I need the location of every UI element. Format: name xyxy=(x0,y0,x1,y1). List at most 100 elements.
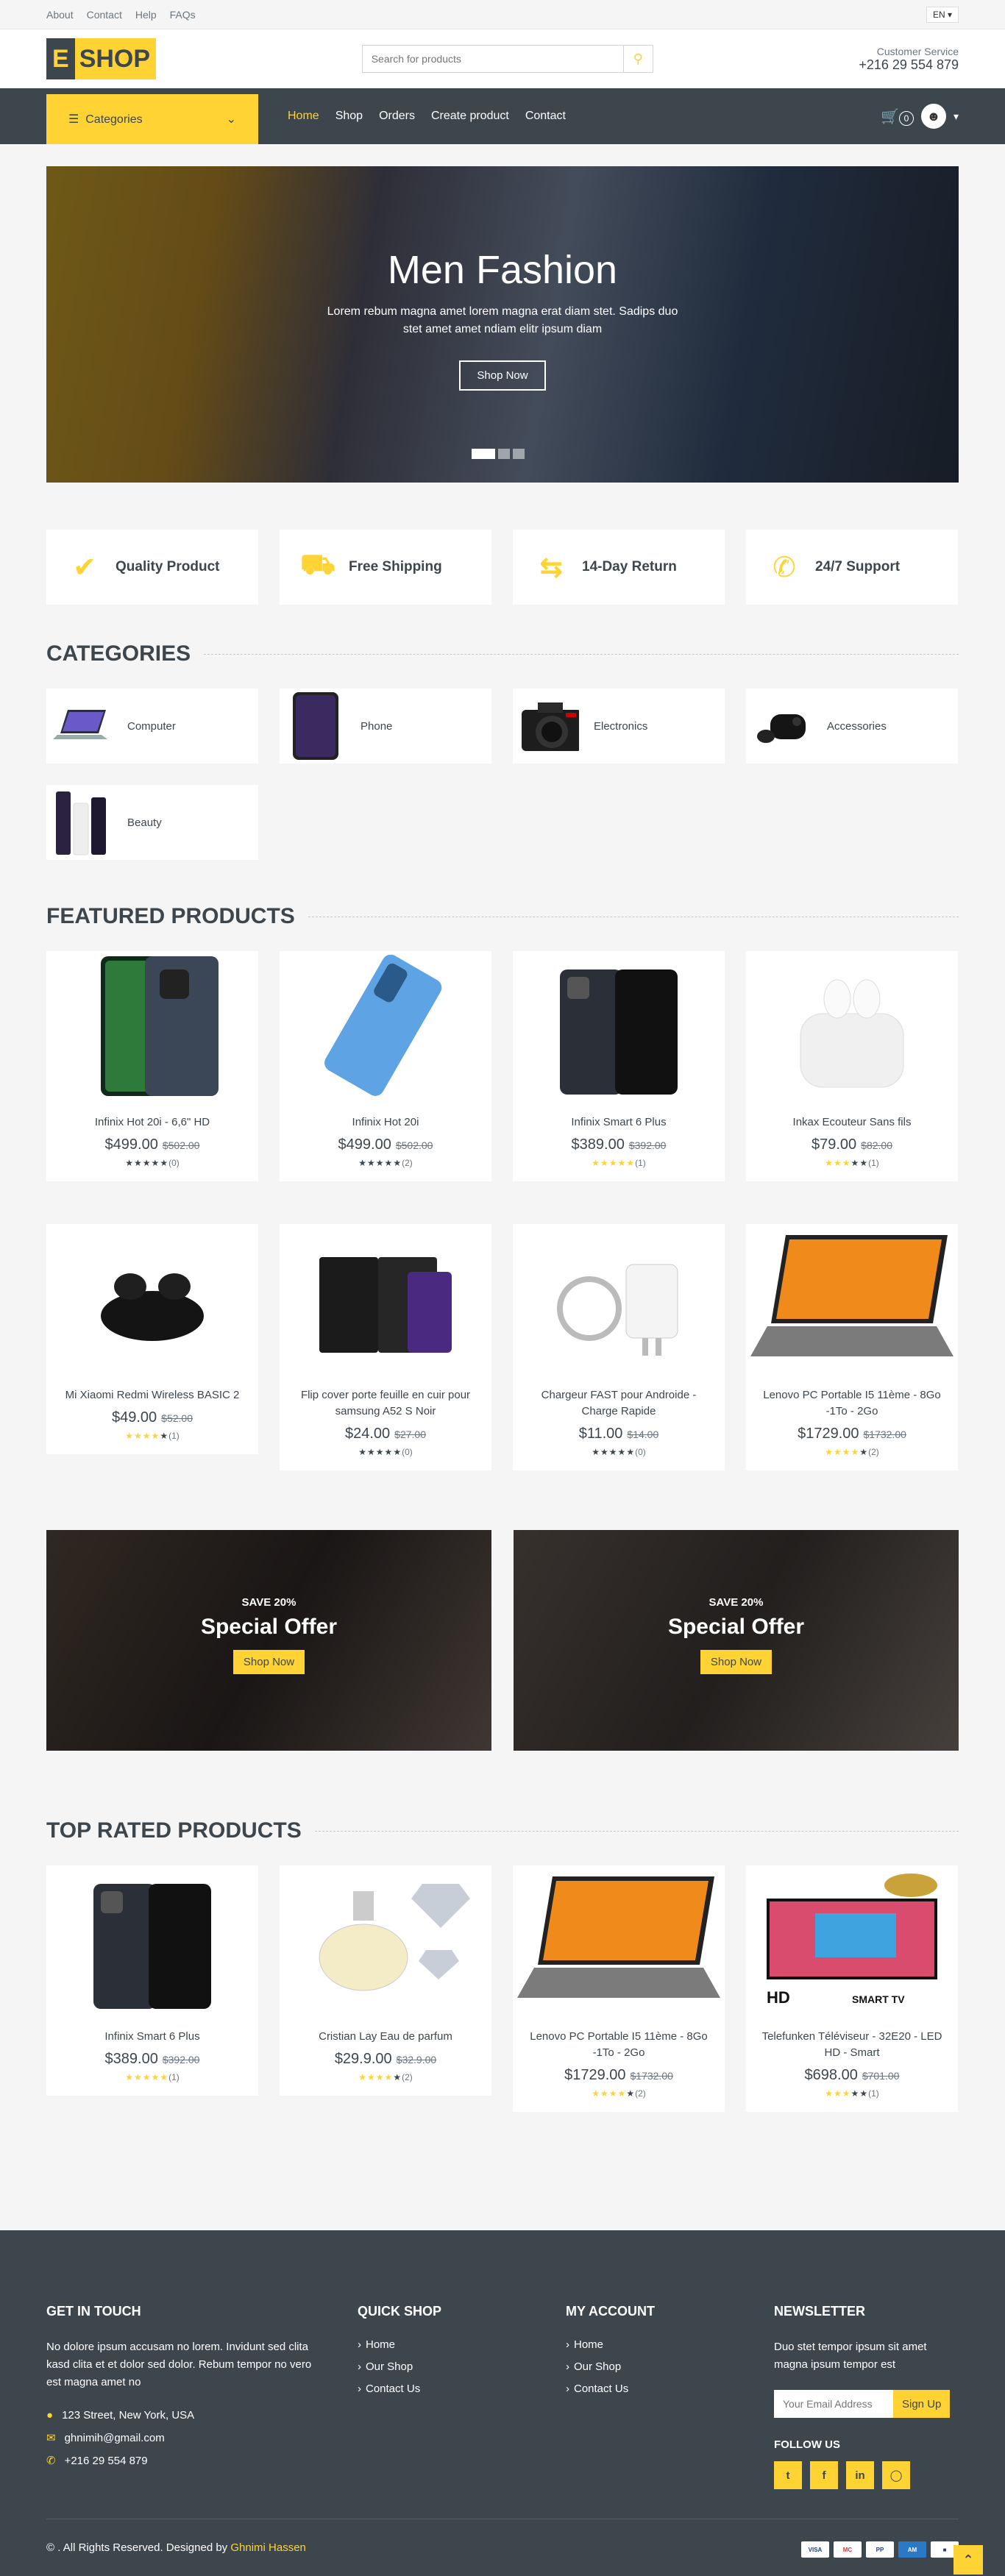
product-name[interactable]: Chargeur FAST pour Androide - Charge Rap… xyxy=(513,1387,725,1420)
offer-save: SAVE 20% xyxy=(709,1596,764,1609)
newsletter-email-input[interactable] xyxy=(774,2390,893,2418)
product-name[interactable]: Cristian Lay Eau de parfum xyxy=(280,2029,491,2045)
hero-carousel: Men Fashion Lorem rebum magna amet lorem… xyxy=(46,166,959,483)
carousel-dot[interactable] xyxy=(513,449,525,459)
search-button[interactable]: ⚲ xyxy=(622,46,653,72)
footer-link[interactable]: › Our Shop xyxy=(358,2360,566,2373)
product-name[interactable]: Inkax Ecouteur Sans fils xyxy=(746,1114,958,1131)
follow-us-label: Follow Us xyxy=(774,2438,840,2451)
product-card[interactable]: Cristian Lay Eau de parfum $29.9.00 $32.9… xyxy=(280,1865,491,2096)
sign-up-button[interactable]: Sign Up xyxy=(893,2390,951,2418)
designer-link[interactable]: Ghnimi Hassen xyxy=(230,2541,306,2554)
category-label: Electronics xyxy=(594,719,648,733)
product-name[interactable]: Flip cover porte feuille en cuir pour sa… xyxy=(280,1387,491,1420)
footer-link[interactable]: › Our Shop xyxy=(566,2360,774,2373)
category-electronics[interactable]: Electronics xyxy=(513,689,725,764)
product-card[interactable]: Mi Xiaomi Redmi Wireless BASIC 2 $49.00 $… xyxy=(46,1224,258,1454)
menu-shop[interactable]: Shop xyxy=(335,110,363,123)
footer-link[interactable]: › Contact Us xyxy=(566,2383,774,2395)
angle-right-icon: › xyxy=(358,2383,361,2395)
user-avatar[interactable]: ☻ xyxy=(920,104,946,129)
product-card[interactable]: Flip cover porte feuille en cuir pour sa… xyxy=(280,1224,491,1470)
paypal-icon: PP xyxy=(866,2541,894,2558)
facebook-icon[interactable]: f xyxy=(810,2461,838,2489)
menu-create-product[interactable]: Create product xyxy=(431,110,509,123)
linkedin-icon[interactable]: in xyxy=(846,2461,874,2489)
hero-content: Men Fashion Lorem rebum magna amet lorem… xyxy=(46,247,959,391)
product-price: $499.00 xyxy=(104,1136,158,1153)
product-card[interactable]: Infinix Hot 20i - 6,6" HD $499.00 $502.00… xyxy=(46,951,258,1181)
customer-service: Customer Service +216 29 554 879 xyxy=(859,46,959,73)
offer-save: SAVE 20% xyxy=(241,1596,296,1609)
category-label: Accessories xyxy=(827,719,887,733)
feature-support: ✆ 24/7 Support xyxy=(746,530,958,605)
menu-home[interactable]: Home xyxy=(288,110,319,123)
category-beauty[interactable]: Beauty xyxy=(46,785,258,860)
payment-methods: VISA MC PP AM ■ xyxy=(801,2541,959,2558)
footer-link[interactable]: › Home xyxy=(566,2338,774,2351)
logo[interactable]: E SHOP xyxy=(46,38,157,79)
rating-count: (2) xyxy=(402,1158,413,1168)
product-image xyxy=(280,1865,491,2020)
category-computer[interactable]: Computer xyxy=(46,689,258,764)
product-card[interactable]: Lenovo PC Portable I5 11ème - 8Go -1To -… xyxy=(746,1224,958,1470)
avatar-caret-icon[interactable]: ▾ xyxy=(953,110,959,123)
footer-link[interactable]: › Contact Us xyxy=(358,2383,566,2395)
categories-toggle[interactable]: ☰ Categories ⌄ xyxy=(46,94,258,144)
product-image xyxy=(513,951,725,1106)
angle-right-icon: › xyxy=(358,2360,361,2373)
category-accessories[interactable]: Accessories xyxy=(746,689,958,764)
offer-shop-now-button[interactable]: Shop Now xyxy=(700,1650,773,1674)
product-card[interactable]: Infinix Smart 6 Plus $389.00 $392.00 ★★★★… xyxy=(513,951,725,1181)
product-card[interactable]: Chargeur FAST pour Androide - Charge Rap… xyxy=(513,1224,725,1470)
feature-label: Quality Product xyxy=(116,559,220,574)
product-image xyxy=(746,1224,958,1378)
product-name[interactable]: Mi Xiaomi Redmi Wireless BASIC 2 xyxy=(46,1387,258,1403)
product-name[interactable]: Telefunken Téléviseur - 32E20 - LED HD -… xyxy=(746,2029,958,2061)
rating-count: (1) xyxy=(168,1431,180,1441)
faqs-link[interactable]: FAQs xyxy=(170,9,196,21)
instagram-icon[interactable]: ◯ xyxy=(882,2461,910,2489)
product-name[interactable]: Lenovo PC Portable I5 11ème - 8Go -1To -… xyxy=(746,1387,958,1420)
contact-link[interactable]: Contact xyxy=(87,9,122,21)
product-name[interactable]: Infinix Smart 6 Plus xyxy=(46,2029,258,2045)
footer-link[interactable]: › Home xyxy=(358,2338,566,2351)
product-image xyxy=(46,1865,258,2020)
category-phone[interactable]: Phone xyxy=(280,689,491,764)
earbuds-image xyxy=(752,693,812,759)
menu-orders[interactable]: Orders xyxy=(379,110,415,123)
product-card[interactable]: Infinix Smart 6 Plus $389.00 $392.00 ★★★★… xyxy=(46,1865,258,2096)
product-name[interactable]: Infinix Smart 6 Plus xyxy=(513,1114,725,1131)
back-to-top-button[interactable]: ⌃ xyxy=(953,2545,983,2575)
carousel-dot[interactable] xyxy=(498,449,510,459)
rating-stars: ★★★★★ xyxy=(358,2072,402,2082)
product-price-block: $79.00 $82.00 xyxy=(746,1136,958,1153)
rating-stars: ★★★★★ xyxy=(125,2072,169,2082)
logo-letter: E xyxy=(46,38,75,79)
product-name[interactable]: Infinix Hot 20i - 6,6" HD xyxy=(46,1114,258,1131)
product-card[interactable]: HD SMART TV Telefunken Téléviseur - 32E20… xyxy=(746,1865,958,2112)
menu-contact[interactable]: Contact xyxy=(525,110,566,123)
about-link[interactable]: About xyxy=(46,9,74,21)
footer-link-label: Contact Us xyxy=(366,2383,421,2395)
cart-button[interactable]: 🛒 0 xyxy=(881,107,914,126)
search-input[interactable] xyxy=(362,46,623,72)
logo-text: SHOP xyxy=(79,44,151,73)
help-link[interactable]: Help xyxy=(135,9,157,21)
twitter-icon[interactable]: t xyxy=(774,2461,802,2489)
product-old-price: $502.00 xyxy=(395,1139,433,1151)
language-dropdown[interactable]: EN ▾ xyxy=(926,7,959,23)
product-card[interactable]: Infinix Hot 20i $499.00 $502.00 ★★★★★(2) xyxy=(280,951,491,1181)
product-price: $49.00 xyxy=(112,1409,157,1426)
product-card[interactable]: Lenovo PC Portable I5 11ème - 8Go -1To -… xyxy=(513,1865,725,2112)
offer-shop-now-button[interactable]: Shop Now xyxy=(232,1650,305,1674)
carousel-dot[interactable] xyxy=(472,449,495,459)
product-name[interactable]: Lenovo PC Portable I5 11ème - 8Go -1To -… xyxy=(513,2029,725,2061)
product-price: $79.00 xyxy=(812,1136,857,1153)
product-card[interactable]: Inkax Ecouteur Sans fils $79.00 $82.00 ★★… xyxy=(746,951,958,1181)
bars-icon: ☰ xyxy=(68,113,79,126)
angle-right-icon: › xyxy=(566,2360,569,2373)
product-price-block: $24.00 $27.00 xyxy=(280,1426,491,1442)
product-name[interactable]: Infinix Hot 20i xyxy=(280,1114,491,1131)
hero-shop-now-button[interactable]: Shop Now xyxy=(459,360,546,391)
